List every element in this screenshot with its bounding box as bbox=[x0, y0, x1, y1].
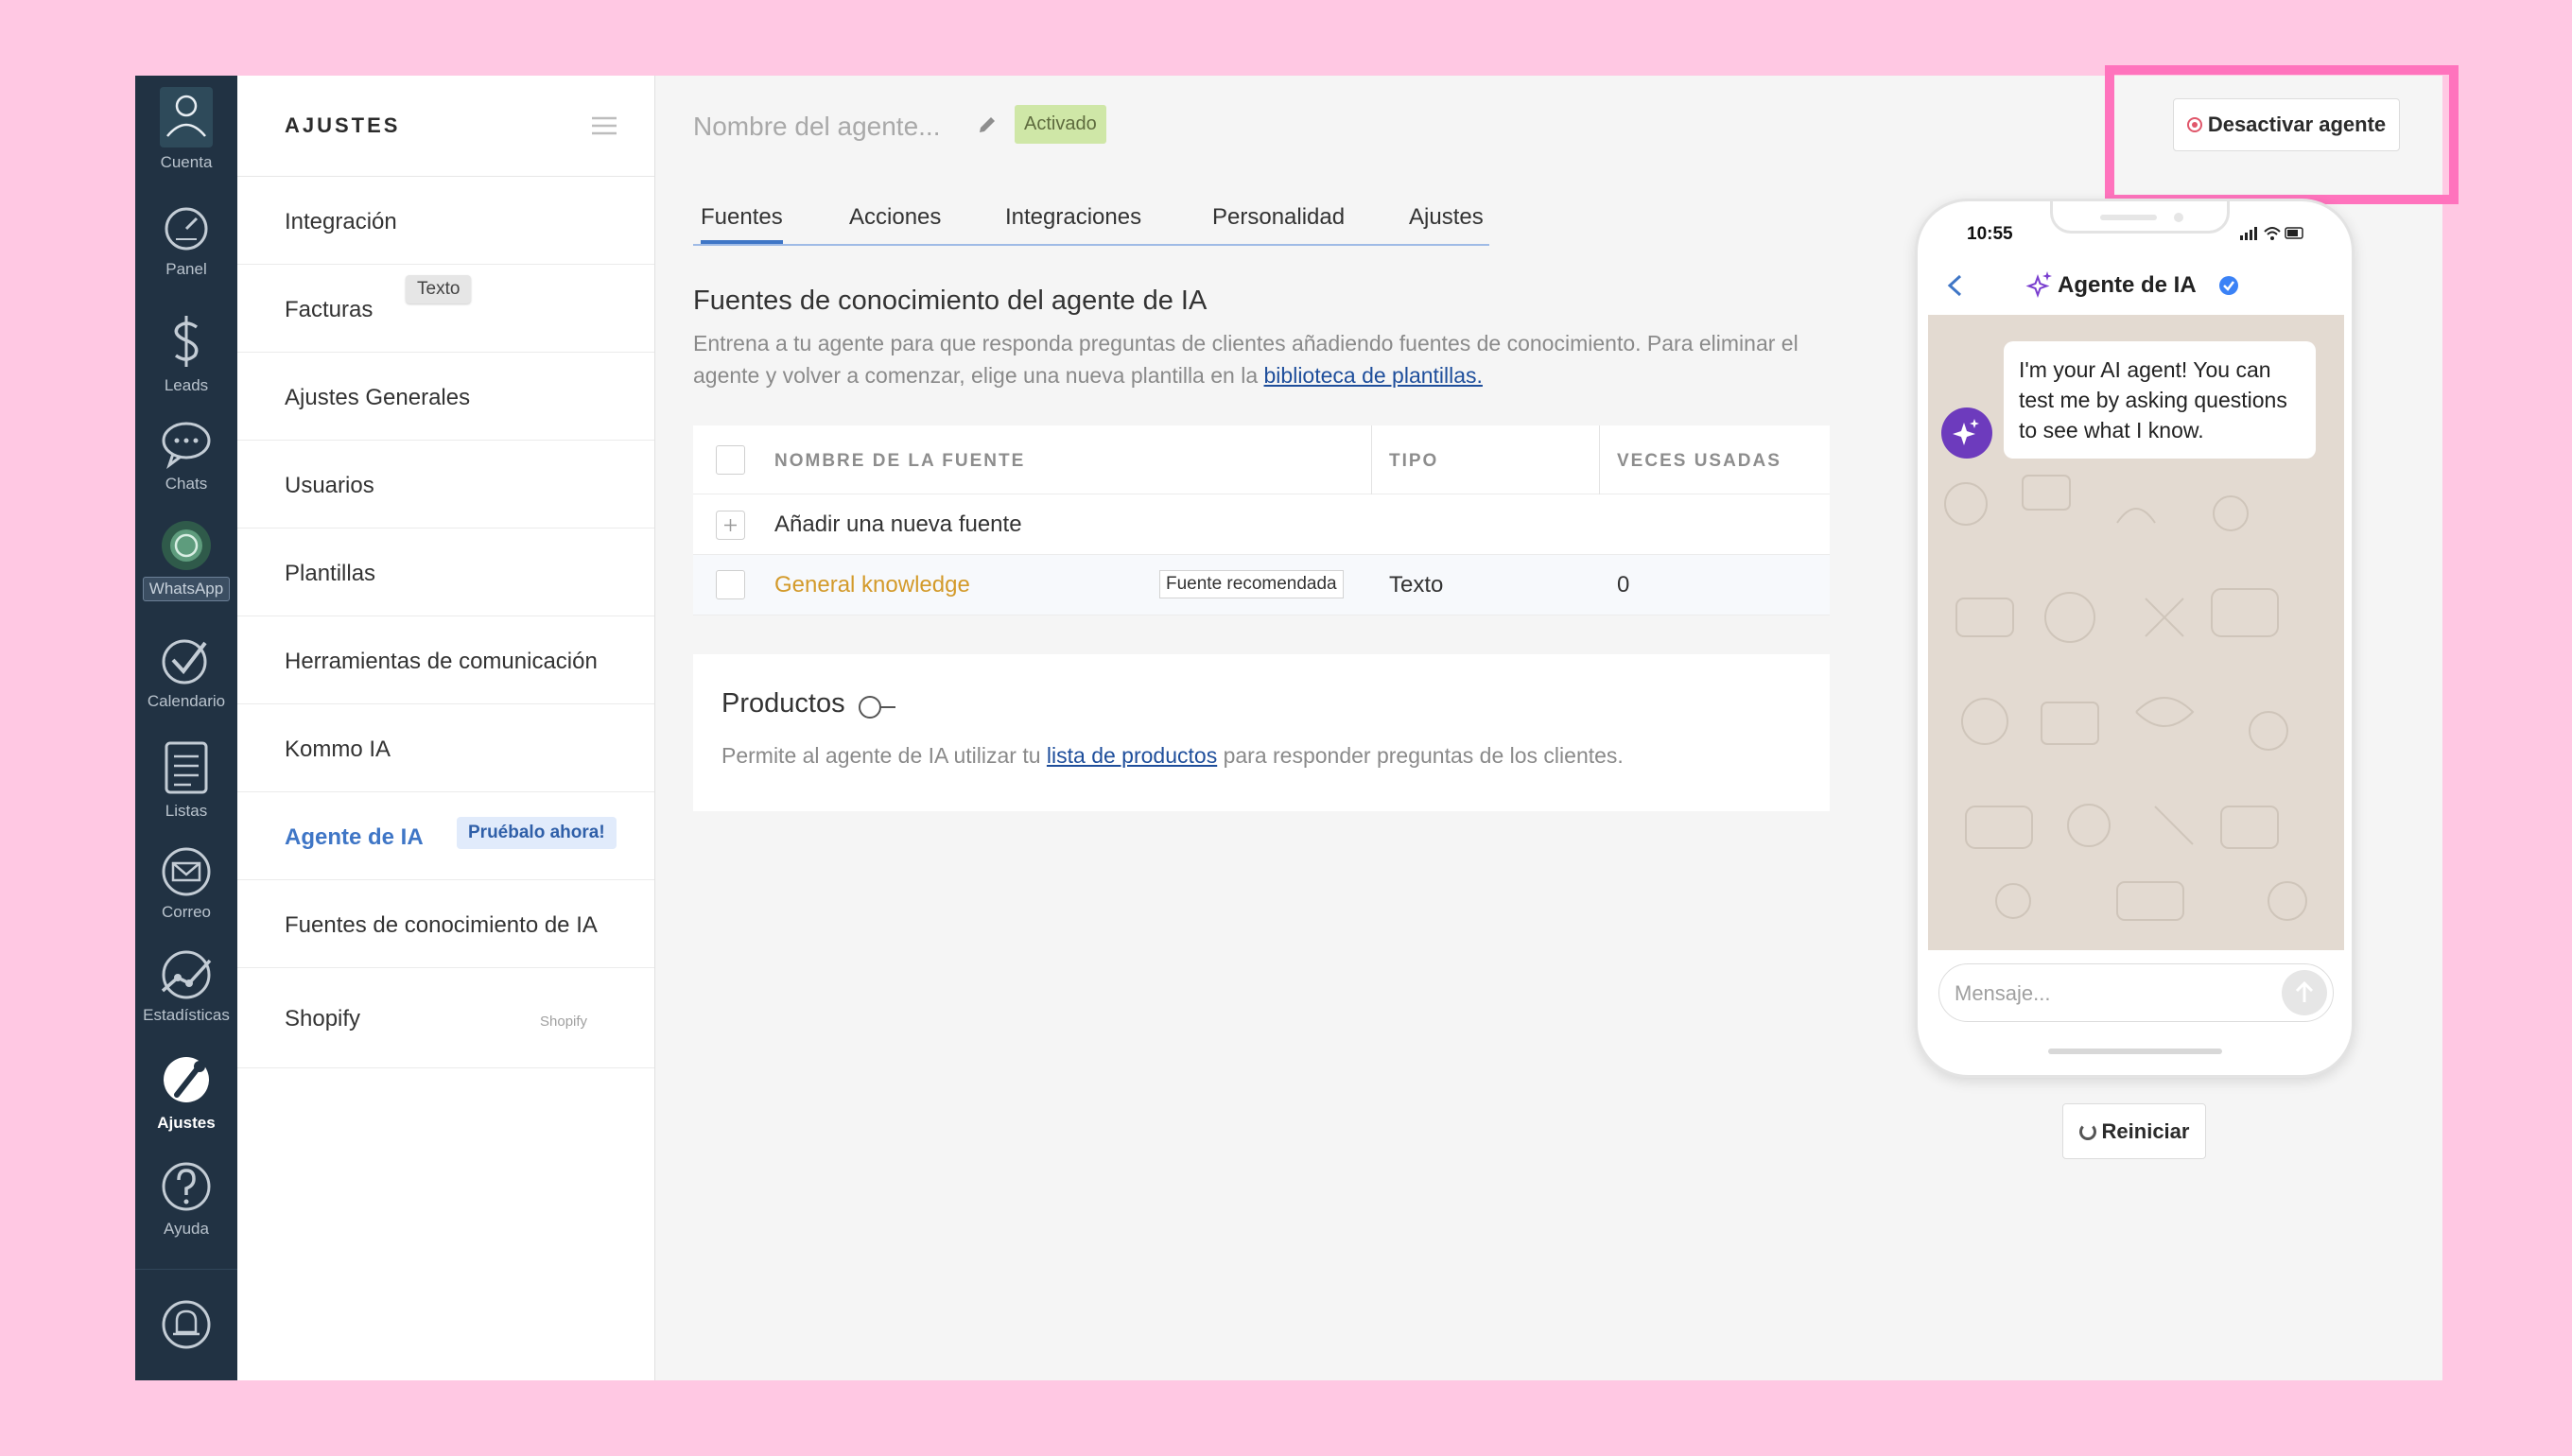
pencil-icon[interactable] bbox=[977, 114, 998, 135]
stats-icon bbox=[161, 950, 212, 999]
phone-chat-title: Agente de IA bbox=[2058, 272, 2197, 298]
settings-title: AJUSTES bbox=[285, 113, 401, 137]
bell-icon[interactable] bbox=[160, 1296, 213, 1353]
nav-item-ajustes[interactable]: Ajustes bbox=[135, 1051, 237, 1133]
tab-fuentes[interactable]: Fuentes bbox=[701, 204, 783, 244]
plus-icon bbox=[716, 511, 745, 540]
nav-item-calendario[interactable]: Calendario bbox=[135, 633, 237, 711]
nav-item-listas[interactable]: Listas bbox=[135, 739, 237, 821]
recommended-tag: Fuente recomendada bbox=[1159, 570, 1344, 598]
table-row: General knowledge Fuente recomendada Tex… bbox=[693, 555, 1830, 615]
help-icon bbox=[162, 1162, 211, 1211]
check-circle-icon bbox=[162, 639, 207, 685]
products-title: Productos bbox=[721, 688, 845, 719]
nav-bottom bbox=[135, 1269, 237, 1380]
agent-name-field[interactable]: Nombre del agente... bbox=[693, 112, 941, 142]
template-library-link[interactable]: biblioteca de plantillas. bbox=[1264, 363, 1483, 388]
products-description: Permite al agente de IA utilizar tu list… bbox=[721, 743, 1624, 768]
list-icon bbox=[165, 741, 208, 794]
source-name-link[interactable]: General knowledge bbox=[774, 572, 970, 598]
tab-integraciones[interactable]: Integraciones bbox=[1005, 204, 1141, 231]
agent-tabs: Fuentes Acciones Integraciones Personali… bbox=[693, 204, 1489, 246]
row-checkbox[interactable] bbox=[716, 570, 745, 599]
nav-item-cuenta[interactable]: Cuenta bbox=[135, 87, 237, 172]
deactivate-agent-button[interactable]: Desactivar agente bbox=[2173, 98, 2400, 151]
nav-item-estadisticas[interactable]: Estadísticas bbox=[135, 949, 237, 1025]
wrench-icon bbox=[164, 1057, 209, 1102]
main-nav: Cuenta Panel Leads Chats WhatsApp Calend… bbox=[135, 76, 237, 1380]
tab-acciones[interactable]: Acciones bbox=[849, 204, 941, 231]
send-button[interactable] bbox=[2282, 970, 2327, 1015]
products-card: Productos Permite al agente de IA utiliz… bbox=[693, 654, 1830, 811]
avatar-icon bbox=[160, 87, 213, 147]
phone-notch bbox=[2050, 201, 2230, 234]
status-badge: Activado bbox=[1015, 105, 1106, 144]
settings-item-herramientas[interactable]: Herramientas de comunicación bbox=[237, 616, 654, 704]
stop-icon bbox=[2186, 117, 2202, 132]
try-now-badge: Pruébalo ahora! bbox=[457, 817, 617, 849]
refresh-icon bbox=[2078, 1123, 2096, 1140]
ai-avatar bbox=[1941, 407, 1992, 459]
knowledge-title: Fuentes de conocimiento del agente de IA bbox=[693, 286, 1208, 316]
table-header: NOMBRE DE LA FUENTE TIPO VECES USADAS bbox=[693, 425, 1830, 494]
nav-item-chats[interactable]: Chats bbox=[135, 418, 237, 494]
tab-personalidad[interactable]: Personalidad bbox=[1212, 204, 1345, 231]
phone-chat-area: I'm your AI agent! You can test me by as… bbox=[1928, 315, 2344, 950]
settings-item-agente-ia[interactable]: Agente de IA Pruébalo ahora! bbox=[237, 792, 654, 880]
ai-message-bubble: I'm your AI agent! You can test me by as… bbox=[2004, 341, 2316, 459]
sources-table: NOMBRE DE LA FUENTE TIPO VECES USADAS Añ… bbox=[693, 425, 1830, 615]
back-arrow-icon[interactable] bbox=[1946, 273, 1963, 298]
settings-item-integracion[interactable]: Integración bbox=[237, 177, 654, 265]
chat-icon bbox=[162, 422, 211, 469]
add-source-row[interactable]: Añadir una nueva fuente bbox=[693, 494, 1830, 555]
knowledge-description: Entrena a tu agente para que responda pr… bbox=[693, 331, 1799, 388]
tab-ajustes[interactable]: Ajustes bbox=[1409, 204, 1484, 231]
tooltip: Texto bbox=[406, 275, 472, 303]
products-list-link[interactable]: lista de productos bbox=[1047, 743, 1217, 768]
dollar-icon bbox=[174, 316, 199, 367]
settings-item-usuarios[interactable]: Usuarios bbox=[237, 441, 654, 529]
whatsapp-icon bbox=[162, 521, 211, 570]
phone-chat-header: Agente de IA bbox=[1918, 256, 2352, 315]
phone-status-icons bbox=[2240, 227, 2303, 240]
settings-panel: AJUSTES Integración Facturas Texto Ajust… bbox=[237, 76, 655, 1380]
settings-item-facturas[interactable]: Facturas Texto bbox=[237, 265, 654, 353]
nav-item-leads[interactable]: Leads bbox=[135, 312, 237, 395]
mail-icon bbox=[162, 847, 211, 896]
phone-message-input[interactable]: Mensaje... bbox=[1938, 963, 2334, 1022]
settings-item-plantillas[interactable]: Plantillas bbox=[237, 529, 654, 616]
arrow-up-icon bbox=[2295, 980, 2314, 1002]
settings-header: AJUSTES bbox=[237, 76, 654, 177]
phone-time: 10:55 bbox=[1967, 224, 2013, 244]
phone-home-indicator bbox=[2048, 1049, 2222, 1054]
nav-item-panel[interactable]: Panel bbox=[135, 203, 237, 279]
settings-item-ajustes-generales[interactable]: Ajustes Generales bbox=[237, 353, 654, 441]
select-all-checkbox[interactable] bbox=[716, 445, 745, 475]
phone-preview: 10:55 Agente de IA I'm your AI agent! Yo… bbox=[1915, 199, 2355, 1078]
sparkle-icon bbox=[1953, 419, 1979, 445]
restart-button[interactable]: Reiniciar bbox=[2062, 1103, 2206, 1159]
sparkle-icon bbox=[2025, 271, 2052, 298]
verified-badge-icon bbox=[2219, 276, 2238, 295]
settings-item-fuentes-ia[interactable]: Fuentes de conocimiento de IA bbox=[237, 880, 654, 968]
nav-item-ayuda[interactable]: Ayuda bbox=[135, 1159, 237, 1239]
hamburger-menu-icon[interactable] bbox=[592, 115, 617, 136]
speedometer-icon bbox=[165, 207, 208, 251]
settings-item-kommo-ia[interactable]: Kommo IA bbox=[237, 704, 654, 792]
products-toggle[interactable] bbox=[858, 694, 897, 720]
nav-item-correo[interactable]: Correo bbox=[135, 846, 237, 922]
nav-item-whatsapp[interactable]: WhatsApp bbox=[135, 520, 237, 601]
settings-item-shopify[interactable]: Shopify Shopify bbox=[237, 968, 654, 1068]
